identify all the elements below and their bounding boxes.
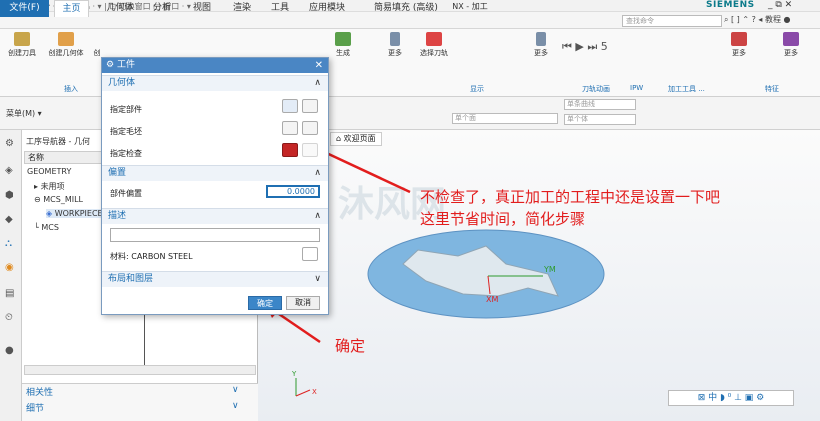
dialog-title-bar[interactable]: ⚙ 工件 <box>102 58 328 73</box>
workpiece-dialog: ⚙ 工件 ✕ 几何体 ∧ 指定部件 指定毛坯 指定检查 偏置 ∧ 部件偏置 0.00… <box>101 57 329 315</box>
dialog-title: 工件 <box>116 60 135 70</box>
display-part-icon[interactable] <box>302 99 318 113</box>
annotation-confirm: 确定 <box>335 337 366 355</box>
arrow-to-check-geometry <box>319 148 411 194</box>
annotation-line-2: 这里节省时间，简化步骤 <box>420 210 586 228</box>
display-check-icon[interactable] <box>302 143 318 157</box>
specify-part-label: 指定部件 <box>110 105 142 114</box>
gear-icon: ⚙ <box>106 60 115 70</box>
description-section-label: 描述 <box>108 211 127 221</box>
description-input[interactable] <box>110 228 320 242</box>
specify-blank-label: 指定毛坯 <box>110 127 142 136</box>
material-label: 材料: CARBON STEEL <box>110 252 193 261</box>
chevron-up-icon: ∧ <box>314 78 321 88</box>
chevron-up-icon: ∧ <box>314 168 321 178</box>
chevron-up-icon: ∧ <box>314 211 321 221</box>
display-blank-icon[interactable] <box>302 121 318 135</box>
description-section-header[interactable]: 描述 ∧ <box>102 208 328 224</box>
layout-section-label: 布局和图层 <box>108 274 154 284</box>
annotation-line-1: 不检查了，真正加工的工程中还是设置一下吧 <box>420 188 721 206</box>
select-blank-icon[interactable] <box>282 121 298 135</box>
select-part-icon[interactable] <box>282 99 298 113</box>
arrow-to-ok-button <box>275 310 321 344</box>
part-offset-input[interactable]: 0.0000 <box>266 185 320 198</box>
chevron-down-icon: ∨ <box>314 274 321 284</box>
select-check-icon[interactable] <box>282 143 298 157</box>
wrench-icon[interactable] <box>302 247 318 261</box>
offset-section-label: 偏置 <box>108 168 127 178</box>
layout-section-header[interactable]: 布局和图层 ∨ <box>102 271 328 287</box>
geometry-section-header[interactable]: 几何体 ∧ <box>102 75 328 91</box>
geometry-section-label: 几何体 <box>108 78 136 88</box>
ok-button[interactable]: 确定 <box>248 296 282 310</box>
close-icon[interactable]: ✕ <box>315 58 323 73</box>
cancel-button[interactable]: 取消 <box>286 296 320 310</box>
offset-section-header[interactable]: 偏置 ∧ <box>102 165 328 181</box>
part-offset-label: 部件偏置 <box>110 189 142 198</box>
specify-check-label: 指定检查 <box>110 149 142 158</box>
